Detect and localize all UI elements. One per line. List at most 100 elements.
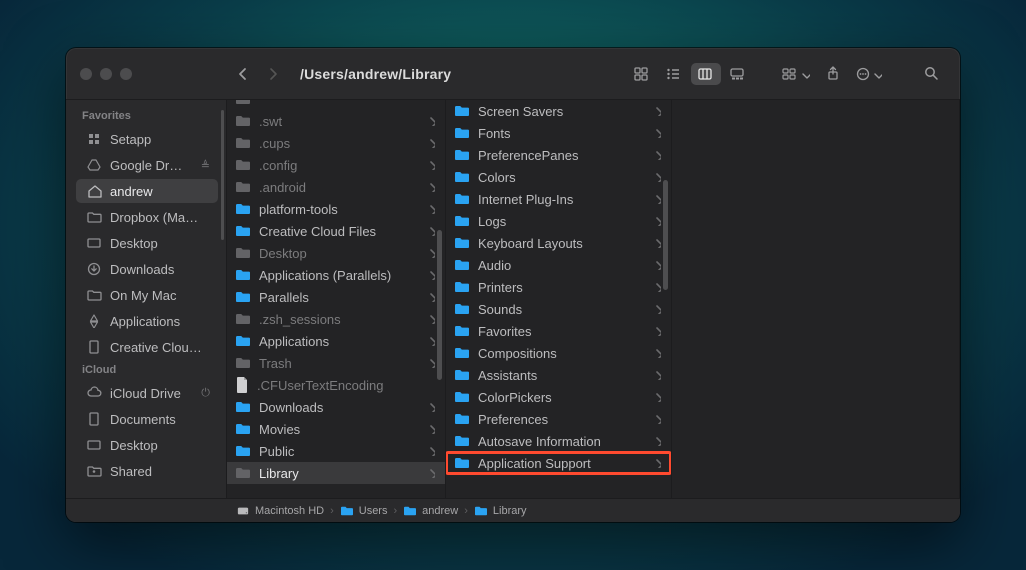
folder-icon bbox=[235, 136, 251, 150]
folder-icon bbox=[235, 268, 251, 282]
view-gallery-button[interactable] bbox=[723, 63, 753, 85]
file-row[interactable]: Autosave Information bbox=[446, 430, 671, 452]
window-controls[interactable] bbox=[80, 68, 132, 80]
file-row[interactable]: Internet Plug-Ins bbox=[446, 188, 671, 210]
file-row[interactable]: Public bbox=[227, 440, 445, 462]
file-row[interactable]: PreferencePanes bbox=[446, 144, 671, 166]
file-name: Applications bbox=[259, 334, 419, 349]
file-row[interactable]: Sounds bbox=[446, 298, 671, 320]
file-row[interactable]: Keyboard Layouts bbox=[446, 232, 671, 254]
sidebar-item[interactable]: Documents bbox=[76, 407, 218, 431]
breadcrumb-label: Users bbox=[359, 505, 388, 517]
file-row[interactable]: Audio bbox=[446, 254, 671, 276]
file-name: Applications (Parallels) bbox=[259, 268, 419, 283]
sidebar-item[interactable]: andrew bbox=[76, 179, 218, 203]
file-row[interactable]: Fonts bbox=[446, 122, 671, 144]
sidebar-item[interactable]: Applications bbox=[76, 309, 218, 333]
sidebar-item-label: Creative Clou… bbox=[110, 340, 210, 355]
folder-icon bbox=[235, 180, 251, 194]
grid-icon bbox=[86, 131, 102, 147]
view-columns-button[interactable] bbox=[691, 63, 721, 85]
file-row[interactable]: Compositions bbox=[446, 342, 671, 364]
file-row[interactable]: Applications (Parallels) bbox=[227, 264, 445, 286]
file-row[interactable]: Favorites bbox=[446, 320, 671, 342]
finder-window: /Users/andrew/Library Favorit bbox=[66, 48, 960, 522]
file-name: Movies bbox=[259, 422, 419, 437]
actions-button[interactable] bbox=[849, 62, 889, 85]
zoom-dot[interactable] bbox=[120, 68, 132, 80]
sidebar-item[interactable]: Downloads bbox=[76, 257, 218, 281]
sidebar-item[interactable]: Setapp bbox=[76, 127, 218, 151]
file-row[interactable]: Logs bbox=[446, 210, 671, 232]
file-name: Sounds bbox=[478, 302, 645, 317]
file-row[interactable]: Assistants bbox=[446, 364, 671, 386]
sidebar-item[interactable]: Dropbox (Ma… bbox=[76, 205, 218, 229]
sidebar-item[interactable]: On My Mac bbox=[76, 283, 218, 307]
minimize-dot[interactable] bbox=[100, 68, 112, 80]
file-row[interactable]: .cups bbox=[227, 132, 445, 154]
column-2-scrollbar[interactable] bbox=[663, 180, 668, 290]
file-row[interactable]: Screen Savers bbox=[446, 100, 671, 122]
share-button[interactable] bbox=[819, 62, 847, 85]
file-row[interactable]: Downloads bbox=[227, 396, 445, 418]
folder-icon bbox=[454, 324, 470, 338]
path-bar: Macintosh HD›Users›andrew›Library bbox=[66, 498, 960, 522]
sidebar-item[interactable]: Google Dr…≜ bbox=[76, 153, 218, 177]
sidebar-item[interactable]: Desktop bbox=[76, 231, 218, 255]
folder-icon bbox=[454, 434, 470, 448]
sidebar-item-label: Dropbox (Ma… bbox=[110, 210, 210, 225]
forward-button[interactable] bbox=[262, 62, 286, 86]
file-name: Creative Cloud Files bbox=[259, 224, 419, 239]
body: FavoritesSetappGoogle Dr…≜andrewDropbox … bbox=[66, 100, 960, 498]
column-browser: .swt.cups.config.androidplatform-tools Cr… bbox=[226, 100, 960, 498]
sidebar-section-label: Favorites bbox=[72, 106, 222, 126]
group-by-button[interactable] bbox=[775, 62, 817, 85]
column-1-scrollbar[interactable] bbox=[437, 230, 442, 380]
view-list-button[interactable] bbox=[659, 63, 689, 85]
file-row[interactable]: Application Support bbox=[446, 452, 671, 474]
back-button[interactable] bbox=[230, 62, 254, 86]
file-row[interactable]: Printers bbox=[446, 276, 671, 298]
file-row[interactable]: platform-tools bbox=[227, 198, 445, 220]
breadcrumb[interactable]: Users bbox=[340, 505, 388, 517]
folder-icon bbox=[235, 158, 251, 172]
file-row[interactable]: Trash bbox=[227, 352, 445, 374]
sidebar-item[interactable]: Shared bbox=[76, 459, 218, 483]
breadcrumb-label: Macintosh HD bbox=[255, 505, 324, 517]
file-row[interactable]: .android bbox=[227, 176, 445, 198]
sidebar-section-label: iCloud bbox=[72, 360, 222, 380]
disk-icon bbox=[236, 505, 250, 517]
sidebar-item[interactable]: iCloud Drive⏻ bbox=[76, 381, 218, 405]
sidebar-scrollbar[interactable] bbox=[221, 110, 224, 240]
file-row[interactable]: .swt bbox=[227, 110, 445, 132]
chevron-right-icon bbox=[653, 458, 661, 468]
file-row[interactable]: Parallels bbox=[227, 286, 445, 308]
file-row[interactable]: Movies bbox=[227, 418, 445, 440]
doc-icon bbox=[86, 339, 102, 355]
file-row[interactable]: Desktop bbox=[227, 242, 445, 264]
window-title: /Users/andrew/Library bbox=[300, 66, 451, 82]
file-row[interactable] bbox=[227, 100, 445, 110]
file-row[interactable]: ColorPickers bbox=[446, 386, 671, 408]
sidebar-item[interactable]: Desktop bbox=[76, 433, 218, 457]
folder-icon bbox=[454, 104, 470, 118]
file-row[interactable]: Library bbox=[227, 462, 445, 484]
view-icons-button[interactable] bbox=[627, 63, 657, 85]
file-row[interactable]: Preferences bbox=[446, 408, 671, 430]
file-row[interactable]: .zsh_sessions bbox=[227, 308, 445, 330]
file-row[interactable]: .config bbox=[227, 154, 445, 176]
file-row[interactable]: Creative Cloud Files bbox=[227, 220, 445, 242]
breadcrumb[interactable]: Macintosh HD bbox=[236, 505, 324, 517]
search-button[interactable] bbox=[917, 62, 946, 85]
home-icon bbox=[86, 183, 102, 199]
chevron-right-icon bbox=[653, 260, 661, 270]
chevron-right-icon bbox=[427, 226, 435, 236]
breadcrumb[interactable]: andrew bbox=[403, 505, 458, 517]
folder-icon bbox=[235, 100, 251, 106]
breadcrumb[interactable]: Library bbox=[474, 505, 527, 517]
close-dot[interactable] bbox=[80, 68, 92, 80]
sidebar-item[interactable]: Creative Clou… bbox=[76, 335, 218, 359]
file-row[interactable]: .CFUserTextEncoding bbox=[227, 374, 445, 396]
file-row[interactable]: Colors bbox=[446, 166, 671, 188]
file-row[interactable]: Applications bbox=[227, 330, 445, 352]
